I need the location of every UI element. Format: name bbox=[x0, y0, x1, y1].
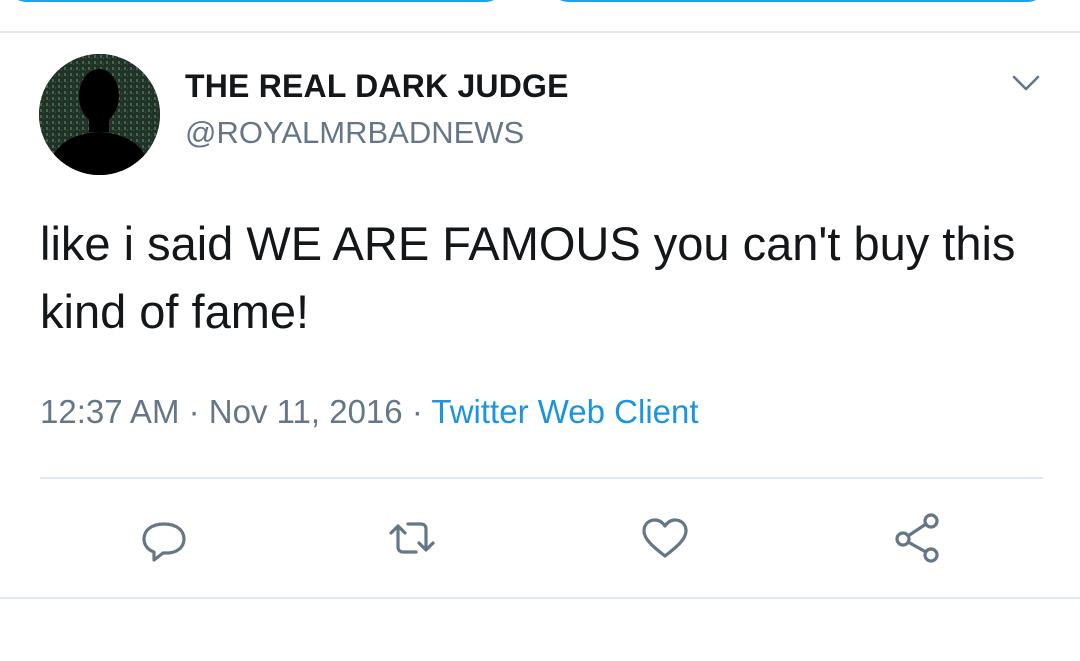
tweet-text: like i said WE ARE FAMOUS you can't buy … bbox=[40, 217, 1016, 338]
avatar[interactable] bbox=[39, 54, 160, 175]
meta-separator: · bbox=[188, 393, 200, 430]
heart-icon bbox=[642, 518, 688, 558]
chevron-down-icon[interactable] bbox=[1006, 68, 1046, 98]
top-right-button[interactable] bbox=[548, 0, 1048, 2]
meta-separator: · bbox=[411, 393, 423, 430]
bottom-divider bbox=[0, 597, 1080, 599]
top-left-button[interactable] bbox=[6, 0, 506, 2]
tweet-client-link[interactable]: Twitter Web Client bbox=[431, 393, 698, 430]
tweet-date: Nov 11, 2016 bbox=[208, 393, 403, 430]
top-divider bbox=[0, 31, 1080, 33]
display-name[interactable]: THE REAL DARK JUDGE bbox=[185, 68, 569, 105]
reply-icon bbox=[142, 522, 186, 562]
tweet-metadata: 12:37 AM · Nov 11, 2016 · Twitter Web Cl… bbox=[40, 393, 699, 431]
retweet-icon bbox=[389, 522, 435, 554]
tweet-time: 12:37 AM bbox=[40, 393, 180, 430]
tweet-detail-screen: THE REAL DARK JUDGE @ROYALMRBADNEWS like… bbox=[0, 0, 1080, 661]
actions-divider bbox=[40, 477, 1043, 479]
user-handle[interactable]: @ROYALMRBADNEWS bbox=[185, 115, 524, 151]
share-button[interactable] bbox=[888, 510, 944, 566]
silhouette-avatar-icon bbox=[39, 54, 160, 175]
reply-button[interactable] bbox=[136, 510, 192, 566]
retweet-button[interactable] bbox=[384, 510, 440, 566]
like-button[interactable] bbox=[637, 510, 693, 566]
share-icon bbox=[895, 513, 939, 563]
